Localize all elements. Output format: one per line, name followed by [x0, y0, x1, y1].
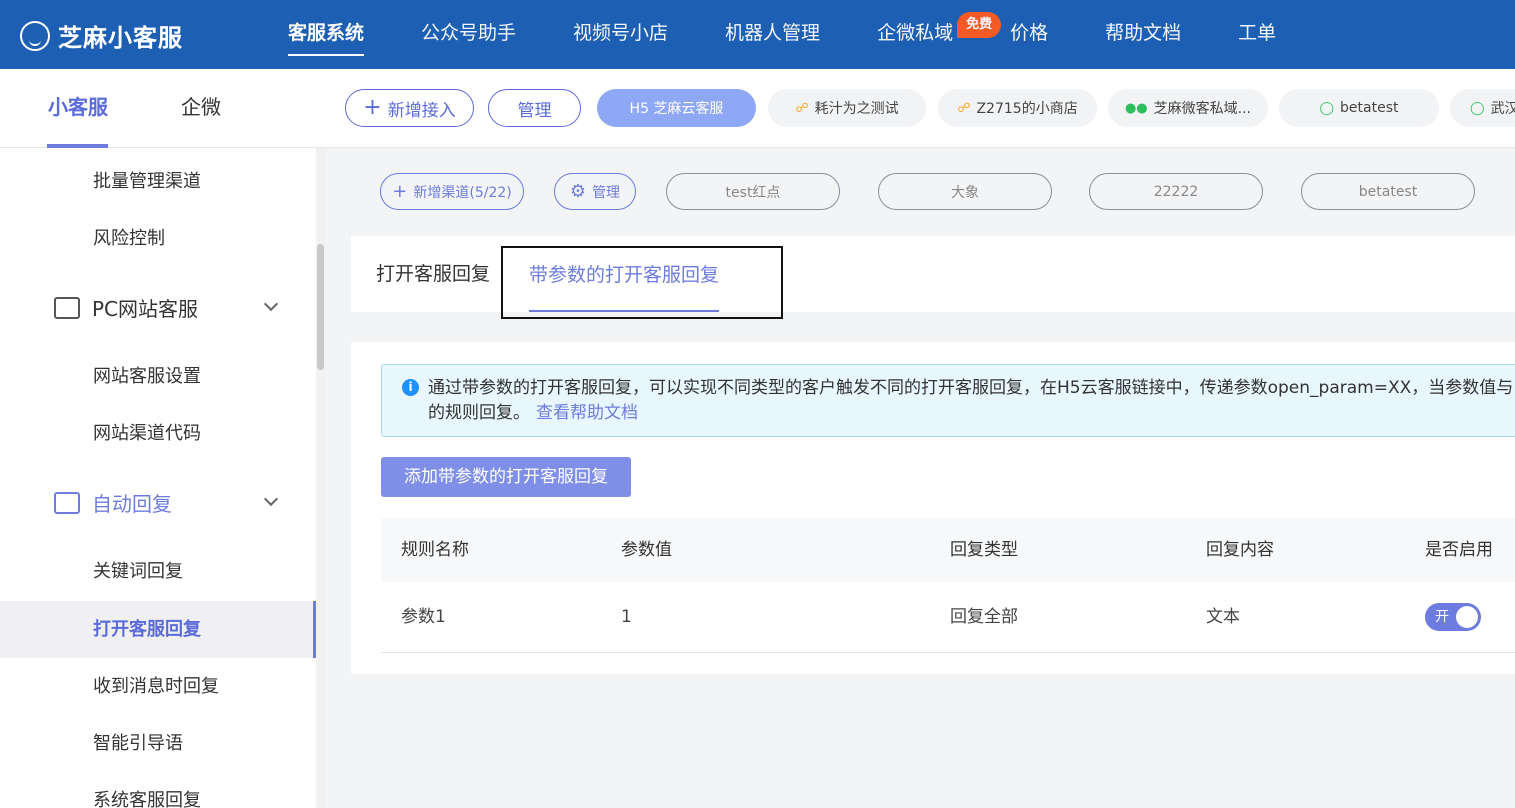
col-param-value: 参数值 — [621, 540, 672, 560]
nav-item-pricing[interactable]: 价格 — [1010, 0, 1048, 69]
nav-item-tickets[interactable]: 工单 — [1238, 0, 1276, 69]
wechat-work-icon: ◯ — [1470, 100, 1485, 116]
sidebar-item-system-reply[interactable]: 系统客服回复 — [0, 772, 316, 808]
rules-card: i 通过带参数的打开客服回复，可以实现不同类型的客户触发不同的打开客服回复，在H… — [351, 342, 1515, 674]
main-nav: 客服系统 公众号助手 视频号小店 机器人管理 企微私域 免费 价格 帮助文档 工… — [288, 0, 1333, 69]
plus-icon: + — [363, 95, 382, 120]
col-rule-name: 规则名称 — [401, 540, 469, 560]
nav-item-robot[interactable]: 机器人管理 — [725, 0, 820, 69]
sidebar-item-website-code[interactable]: 网站渠道代码 — [0, 405, 316, 462]
tab-qiwei[interactable]: 企微 — [181, 69, 221, 148]
account-betatest[interactable]: ◯ betatest — [1279, 89, 1439, 127]
sidebar-group-auto-reply[interactable]: 自动回复 — [0, 474, 316, 531]
brand-name: 芝麻小客服 — [58, 24, 183, 52]
account-label: 芝麻微客私域... — [1153, 101, 1252, 117]
sidebar-group-label: 自动回复 — [92, 492, 172, 516]
focus-highlight — [501, 246, 783, 319]
info-text: 通过带参数的打开客服回复，可以实现不同类型的客户触发不同的打开客服回复，在H5云… — [428, 378, 1514, 398]
message-icon — [54, 491, 80, 514]
cell-param-value: 1 — [621, 607, 632, 627]
add-account-button[interactable]: + 新增接入 — [345, 89, 474, 127]
help-doc-link[interactable]: 查看帮助文档 — [536, 403, 638, 423]
gear-icon: ⚙ — [569, 181, 587, 202]
sidebar-item-risk-control[interactable]: 风险控制 — [0, 210, 316, 267]
account-label: betatest — [1340, 100, 1399, 116]
account-shop[interactable]: ☍ Z2715的小商店 — [938, 89, 1097, 127]
sidebar-item-batch-channels[interactable]: 批量管理渠道 — [0, 153, 316, 210]
sidebar-item-keyword-reply[interactable]: 关键词回复 — [0, 543, 316, 600]
nav-item-customer-service[interactable]: 客服系统 — [288, 0, 365, 69]
miniprogram-icon: ☍ — [957, 100, 971, 116]
enable-toggle[interactable]: 开 — [1425, 603, 1481, 631]
account-wuhan[interactable]: ◯ 武汉 — [1450, 89, 1515, 127]
channel-elephant[interactable]: 大象 — [878, 173, 1052, 210]
sidebar: 批量管理渠道 风险控制 PC网站客服 网站客服设置 网站渠道代码 自动回复 关键… — [0, 148, 318, 808]
plus-icon: + — [392, 181, 408, 202]
brand-logo[interactable]: 芝麻小客服 — [20, 18, 183, 53]
add-channel-button[interactable]: + 新增渠道(5/22) — [380, 173, 524, 210]
sidebar-item-smart-guide[interactable]: 智能引导语 — [0, 715, 316, 772]
chat-bubble-icon — [20, 20, 50, 51]
table-header: 规则名称 参数值 回复类型 回复内容 是否启用 — [381, 518, 1515, 582]
sidebar-item-open-reply[interactable]: 打开客服回复 — [0, 601, 316, 658]
nav-item-label: 企微私域 — [877, 22, 954, 44]
info-text-cont: 的规则回复。 — [428, 403, 530, 423]
account-private[interactable]: ●● 芝麻微客私域... — [1108, 89, 1268, 127]
toggle-knob — [1456, 606, 1478, 628]
sidebar-group-pc-website[interactable]: PC网站客服 — [0, 279, 316, 336]
scrollbar-thumb[interactable] — [317, 244, 324, 370]
miniprogram-icon: ☍ — [795, 100, 809, 116]
website-icon — [54, 296, 80, 319]
sidebar-group-label: PC网站客服 — [92, 297, 199, 321]
nav-item-wecom-private[interactable]: 企微私域 免费 — [877, 0, 1002, 69]
wechat-icon: ●● — [1124, 100, 1148, 116]
toggle-label: 开 — [1435, 609, 1449, 625]
free-badge: 免费 — [957, 12, 1002, 38]
cell-reply-content: 文本 — [1206, 607, 1240, 627]
wechat-work-icon: ◯ — [1319, 100, 1335, 116]
account-test[interactable]: ☍ 耗汁为之测试 — [768, 89, 926, 127]
table-row[interactable]: 参数1 1 回复全部 文本 开 — [381, 582, 1515, 653]
cell-reply-type: 回复全部 — [950, 607, 1018, 627]
manage-channels-label: 管理 — [592, 184, 621, 201]
nav-item-official-account[interactable]: 公众号助手 — [421, 0, 516, 69]
tab-open-reply[interactable]: 打开客服回复 — [376, 236, 490, 312]
account-h5[interactable]: H5 芝麻云客服 — [597, 89, 756, 127]
col-reply-type: 回复类型 — [950, 540, 1018, 560]
chevron-down-icon — [263, 296, 279, 312]
account-label: 耗汁为之测试 — [814, 101, 899, 117]
nav-item-video-shop[interactable]: 视频号小店 — [573, 0, 668, 69]
chevron-down-icon — [263, 491, 279, 507]
account-label: 武汉 — [1490, 101, 1515, 117]
manage-channels-button[interactable]: ⚙ 管理 — [554, 173, 636, 210]
add-account-label: 新增接入 — [387, 100, 456, 121]
channel-test-red[interactable]: test红点 — [666, 173, 840, 210]
sidebar-scrollbar[interactable] — [316, 148, 325, 808]
cell-rule-name: 参数1 — [401, 607, 446, 627]
sidebar-item-website-settings[interactable]: 网站客服设置 — [0, 348, 316, 405]
top-navbar: 芝麻小客服 客服系统 公众号助手 视频号小店 机器人管理 企微私域 免费 价格 … — [0, 0, 1515, 69]
nav-item-help-docs[interactable]: 帮助文档 — [1105, 0, 1181, 69]
channel-22222[interactable]: 22222 — [1089, 173, 1263, 210]
channel-betatest[interactable]: betatest — [1301, 173, 1475, 210]
account-label: Z2715的小商店 — [976, 101, 1078, 117]
manage-accounts-button[interactable]: 管理 — [488, 89, 581, 127]
col-enabled: 是否启用 — [1425, 540, 1493, 560]
info-icon: i — [402, 379, 419, 396]
info-text-line2: 的规则回复。 查看帮助文档 — [428, 401, 1515, 426]
sidebar-item-message-reply[interactable]: 收到消息时回复 — [0, 658, 316, 715]
info-alert: i 通过带参数的打开客服回复，可以实现不同类型的客户触发不同的打开客服回复，在H… — [381, 364, 1515, 437]
col-reply-content: 回复内容 — [1206, 540, 1274, 560]
account-bar: 小客服 企微 + 新增接入 管理 H5 芝麻云客服 ☍ 耗汁为之测试 ☍ Z27… — [0, 69, 1515, 148]
tab-xiaokefu[interactable]: 小客服 — [47, 69, 108, 148]
add-param-reply-button[interactable]: 添加带参数的打开客服回复 — [381, 457, 631, 497]
add-channel-label: 新增渠道(5/22) — [413, 184, 512, 201]
